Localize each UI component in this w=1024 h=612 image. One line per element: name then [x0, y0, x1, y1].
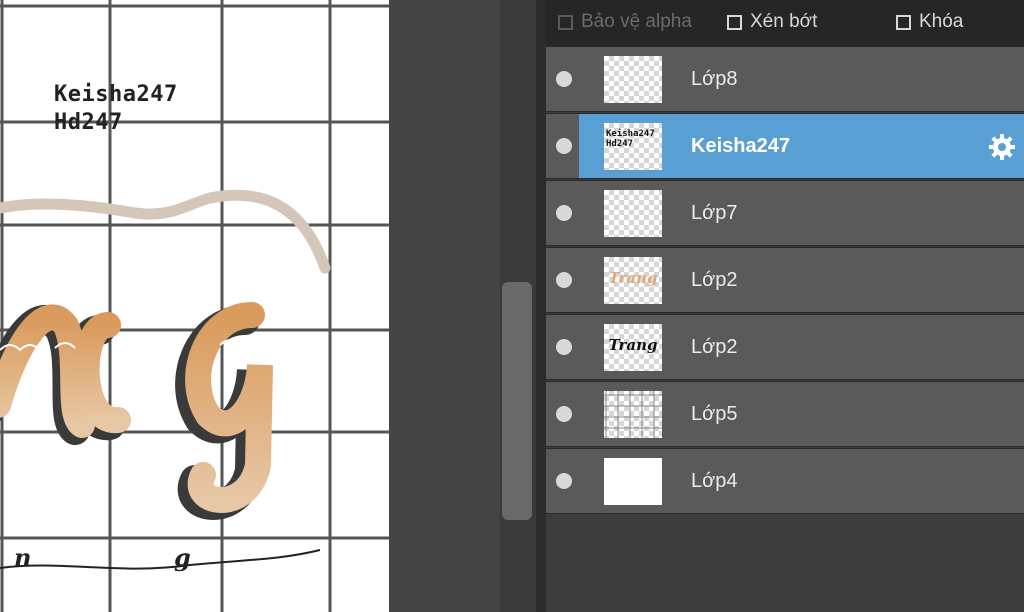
lock-label: Khóa: [919, 11, 964, 32]
checkbox-icon[interactable]: [896, 14, 911, 30]
thumbnail-text: Keisha247 Hd247: [606, 129, 655, 149]
thumbnail-script: Trang: [608, 269, 658, 287]
layer-name: Keisha247: [691, 135, 790, 157]
scrollbar-thumb[interactable]: [502, 282, 532, 520]
layer-row[interactable]: Trang Lớp2: [546, 247, 1024, 313]
layer-name: Lớp7: [691, 202, 738, 224]
panel-divider: [536, 0, 546, 612]
protect-alpha-option[interactable]: Bảo vệ alpha: [558, 11, 692, 33]
layer-row[interactable]: Lớp8: [546, 46, 1024, 112]
layer-row-selected[interactable]: Keisha247 Hd247 Keisha247: [546, 113, 1024, 179]
layer-name: Lớp5: [691, 403, 738, 425]
thumbnail-script: Trang: [608, 336, 658, 354]
layer-row[interactable]: Trang Lớp2: [546, 314, 1024, 380]
layer-thumbnail: [604, 458, 662, 505]
layer-name: Lớp8: [691, 68, 738, 90]
layer-name: Lớp4: [691, 470, 738, 492]
visibility-dot-icon[interactable]: [556, 272, 572, 288]
lock-option[interactable]: Khóa: [896, 11, 963, 33]
bottom-letter-n: n: [14, 543, 31, 572]
layer-thumbnail: [604, 56, 662, 103]
layer-thumbnail: [604, 391, 662, 438]
visibility-dot-icon[interactable]: [556, 339, 572, 355]
bottom-line: [0, 549, 321, 570]
clipping-label: Xén bớt: [750, 11, 818, 32]
visibility-dot-icon[interactable]: [556, 71, 572, 87]
checkbox-icon[interactable]: [558, 14, 573, 30]
beige-stroke: [0, 189, 331, 274]
grid-thumbnail: [604, 391, 662, 438]
layer-name: Lớp2: [691, 336, 738, 358]
layer-thumbnail: Keisha247 Hd247: [604, 123, 662, 170]
layer-row[interactable]: Lớp7: [546, 180, 1024, 246]
layer-list: Lớp8 Keisha247 Hd247 Keisha247 Lớp7 Tran…: [546, 46, 1024, 514]
canvas-text-line1: Keisha247: [54, 82, 178, 107]
layers-panel: Bảo vệ alpha Xén bớt Khóa Lớp8 Keisha247…: [546, 0, 1024, 612]
protect-alpha-label: Bảo vệ alpha: [581, 11, 692, 32]
layer-thumbnail: Trang: [604, 324, 662, 371]
layer-row[interactable]: Lớp4: [546, 448, 1024, 514]
layer-row[interactable]: Lớp5: [546, 381, 1024, 447]
layer-options-bar: Bảo vệ alpha Xén bớt Khóa: [546, 0, 1024, 46]
layer-thumbnail: [604, 190, 662, 237]
visibility-dot-icon[interactable]: [556, 138, 572, 154]
checkbox-icon[interactable]: [727, 14, 742, 30]
layer-name: Lớp2: [691, 269, 738, 291]
visibility-dot-icon[interactable]: [556, 406, 572, 422]
workspace-gutter: [389, 0, 500, 612]
clipping-option[interactable]: Xén bớt: [727, 11, 817, 33]
bottom-letter-g: g: [174, 543, 191, 572]
gear-icon[interactable]: [988, 133, 1016, 161]
layer-thumbnail: Trang: [604, 257, 662, 304]
visibility-dot-icon[interactable]: [556, 473, 572, 489]
drawing-canvas[interactable]: n g Keisha247 Hd247: [0, 0, 389, 612]
canvas-text-line2: Hd247: [54, 110, 123, 135]
visibility-dot-icon[interactable]: [556, 205, 572, 221]
